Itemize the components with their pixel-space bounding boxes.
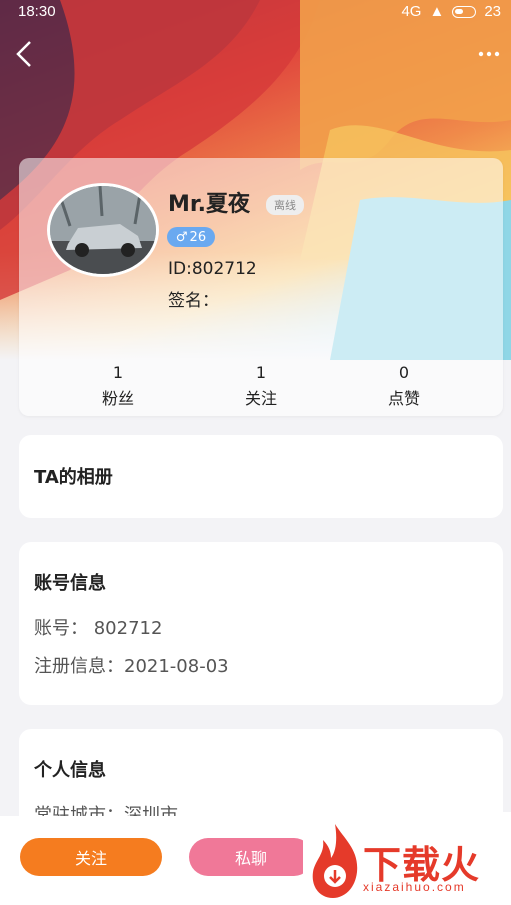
account-info-title: 账号信息	[34, 573, 106, 594]
flame-logo-icon	[312, 824, 358, 898]
more-dots-icon	[478, 51, 500, 57]
back-button[interactable]	[10, 38, 38, 70]
more-options-button[interactable]	[475, 44, 505, 64]
stat-value: 1	[255, 363, 267, 382]
avatar[interactable]	[47, 183, 159, 277]
album-title: TA的相册	[34, 467, 113, 488]
status-time: 18:30	[18, 3, 56, 20]
stat-fans[interactable]: 1 粉丝	[58, 363, 178, 409]
follow-button[interactable]: 关注	[20, 838, 162, 876]
online-status-badge: 离线	[266, 195, 304, 215]
user-name: Mr.夏夜	[168, 192, 250, 217]
male-icon: ♂	[175, 229, 188, 245]
wifi-icon: ▲	[429, 3, 445, 20]
user-id: ID:802712	[168, 259, 257, 279]
battery-icon	[452, 5, 477, 18]
private-chat-button[interactable]: 私聊	[189, 838, 313, 876]
signature: 签名：	[168, 291, 219, 311]
register-date: 注册信息：2021-08-03	[34, 656, 229, 677]
car-photo-icon	[50, 186, 156, 274]
age-value: 26	[189, 229, 207, 245]
gender-age-badge: ♂ 26	[167, 227, 215, 247]
personal-info-title: 个人信息	[34, 760, 106, 781]
watermark-logo: 下载火 xiazaihuo.com	[303, 812, 511, 905]
chevron-left-icon	[16, 41, 31, 67]
account-number: 账号： 802712	[34, 618, 163, 639]
stat-label: 点赞	[387, 389, 420, 408]
signal-icon: 4G	[401, 3, 422, 20]
stat-label: 关注	[244, 389, 277, 408]
account-info-card: 账号信息 账号： 802712 注册信息：2021-08-03	[19, 542, 503, 705]
stats-row: 1 粉丝 1 关注 0 点赞	[19, 363, 503, 417]
watermark-url: xiazaihuo.com	[363, 880, 466, 894]
stat-label: 粉丝	[101, 389, 134, 408]
stat-value: 0	[398, 363, 410, 382]
stat-likes[interactable]: 0 点赞	[344, 363, 464, 409]
status-bar: 18:30 4G ▲ 23	[0, 0, 511, 26]
stat-value: 1	[112, 363, 124, 382]
album-card[interactable]: TA的相册	[19, 435, 503, 518]
battery-level: 23	[484, 3, 501, 20]
stat-following[interactable]: 1 关注	[201, 363, 321, 409]
